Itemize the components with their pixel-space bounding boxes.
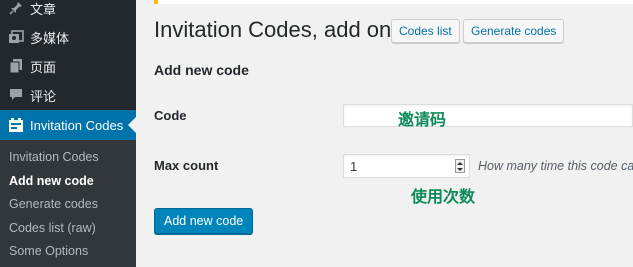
code-input[interactable] <box>343 104 633 127</box>
sidebar-item-pages[interactable]: 页面 <box>0 53 136 79</box>
add-new-code-button[interactable]: Add new code <box>154 208 254 234</box>
sidebar-item-comments[interactable]: 评论 <box>0 82 136 108</box>
sidebar-item-invitation-codes[interactable]: Invitation Codes <box>0 110 136 140</box>
codes-list-button[interactable]: Codes list <box>391 19 460 43</box>
spinner-icon[interactable] <box>455 159 465 173</box>
page-icon <box>6 56 26 76</box>
max-count-input[interactable]: 1 <box>343 154 470 178</box>
max-count-label: Max count <box>154 158 219 173</box>
sidebar-item-posts[interactable]: 文章 <box>0 0 136 21</box>
max-count-annotation: 使用次数 <box>411 187 476 206</box>
max-count-value: 1 <box>350 158 358 174</box>
submenu-item-generate-codes[interactable]: Generate codes <box>9 197 98 211</box>
sidebar-item-label: 页面 <box>30 59 57 75</box>
submenu: Invitation Codes Add new code Generate c… <box>0 140 136 267</box>
code-label: Code <box>154 108 187 123</box>
plugin-icon <box>6 115 26 135</box>
main-content: Invitation Codes, add one! Codes list Ge… <box>136 0 633 267</box>
sidebar-item-media[interactable]: 多媒体 <box>0 24 136 50</box>
section-heading: Add new code <box>154 62 249 78</box>
page-title: Invitation Codes, add one! <box>154 17 410 42</box>
admin-sidebar: 文章 多媒体 页面 评论 Invitation Codes Invitation… <box>0 0 136 267</box>
submenu-item-codes-list-raw[interactable]: Codes list (raw) <box>9 221 96 235</box>
comment-icon <box>6 85 26 105</box>
notice-bar <box>154 0 633 4</box>
pin-icon <box>6 0 26 18</box>
sidebar-item-label: 多媒体 <box>30 30 70 46</box>
sidebar-item-label: Invitation Codes <box>30 117 124 133</box>
sidebar-item-label: 评论 <box>30 88 57 104</box>
sidebar-item-label: 文章 <box>30 1 57 17</box>
generate-codes-button[interactable]: Generate codes <box>463 19 565 43</box>
active-menu-arrow <box>128 117 136 133</box>
submenu-item-some-options[interactable]: Some Options <box>9 244 88 258</box>
media-icon <box>6 27 26 47</box>
submenu-item-invitation-codes[interactable]: Invitation Codes <box>9 150 99 164</box>
code-annotation: 邀请码 <box>398 110 447 129</box>
max-count-description: How many time this code can <box>478 159 633 173</box>
submenu-item-add-new-code[interactable]: Add new code <box>9 174 94 188</box>
